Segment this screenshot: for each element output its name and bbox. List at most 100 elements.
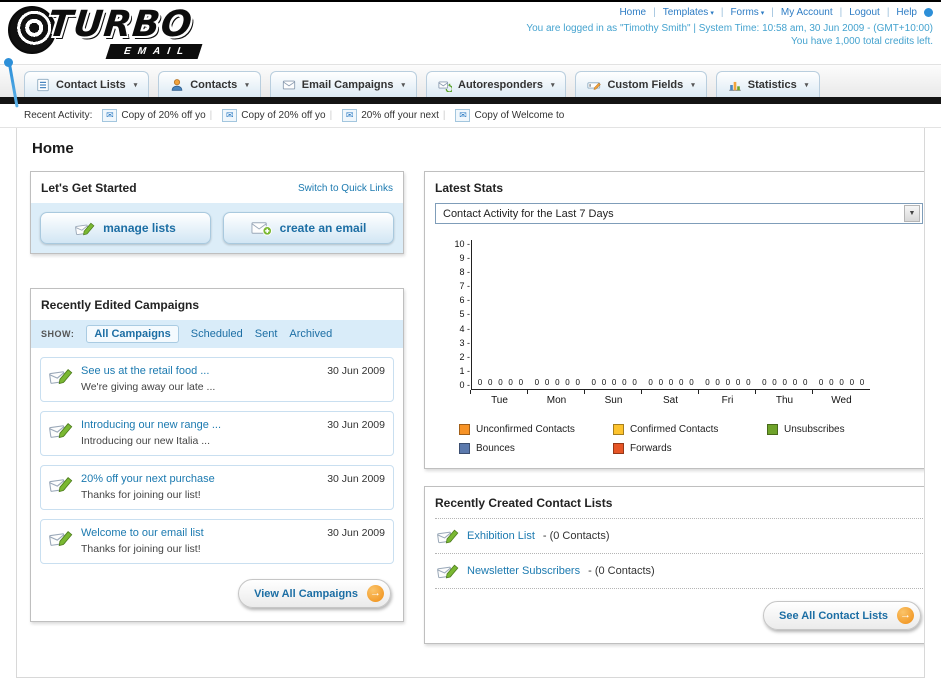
- chart-value-label: 0: [498, 378, 503, 387]
- chart-value-label: 0: [668, 378, 674, 387]
- chart-value-group: 00000: [529, 378, 586, 387]
- campaign-date: 30 Jun 2009: [327, 473, 385, 485]
- chart-value-label: 0: [648, 378, 653, 387]
- tab-scheduled[interactable]: Scheduled: [191, 328, 243, 340]
- manage-lists-button[interactable]: manage lists: [40, 212, 211, 244]
- chart-value-label: 0: [715, 378, 720, 387]
- campaign-filter-tabs: SHOW: All Campaigns Scheduled Sent Archi…: [31, 320, 403, 348]
- chart-value-label: 0: [679, 378, 684, 387]
- logo-subtitle: EMAIL: [105, 44, 203, 59]
- top-link-logout[interactable]: Logout: [849, 7, 880, 18]
- tab-archived[interactable]: Archived: [289, 328, 332, 340]
- contact-list-row[interactable]: Newsletter Subscribers - (0 Contacts): [435, 553, 923, 589]
- chart-value-group: 00000: [699, 378, 756, 387]
- campaign-title-link[interactable]: See us at the retail food ...: [81, 365, 319, 377]
- contact-activity-chart: 10 -9 -8 -7 -6 -5 -4 -3 -2 -1 -0 - 00000…: [445, 240, 919, 454]
- chart-value-label: 0: [762, 378, 767, 387]
- chart-value-group: 00000: [472, 378, 529, 387]
- x-axis-label: Tue: [470, 390, 528, 406]
- field-icon: [587, 78, 601, 92]
- recent-contact-lists-title: Recently Created Contact Lists: [435, 496, 613, 510]
- recent-campaigns-title: Recently Edited Campaigns: [41, 298, 200, 312]
- tab-all-campaigns[interactable]: All Campaigns: [86, 325, 179, 343]
- campaign-row[interactable]: 20% off your next purchase Thanks for jo…: [40, 465, 394, 510]
- recent-activity-item[interactable]: Copy of 20% off yo: [102, 109, 212, 122]
- chevron-down-icon: [691, 81, 695, 89]
- view-all-campaigns-button[interactable]: View All Campaigns: [238, 579, 391, 608]
- nav-tab-custom-fields[interactable]: Custom Fields: [575, 71, 707, 97]
- campaign-subtitle: Introducing our new Italia ...: [81, 435, 210, 447]
- recent-activity-item[interactable]: Copy of Welcome to: [455, 109, 564, 122]
- chart-value-label: 0: [565, 378, 570, 387]
- top-nav: Home Templates Forms My Account Logout H…: [526, 7, 933, 18]
- edit-campaign-icon: [49, 528, 73, 548]
- separator: [443, 110, 446, 121]
- view-all-campaigns-label: View All Campaigns: [254, 587, 358, 600]
- contact-list-items: Exhibition List - (0 Contacts) Newslette…: [425, 518, 924, 589]
- chart-x-axis: Tue Mon Sun Sat Fri Thu Wed: [470, 390, 870, 406]
- campaign-title-link[interactable]: 20% off your next purchase: [81, 473, 319, 485]
- chart-value-label: 0: [859, 378, 865, 387]
- recent-activity-text: 20% off your next: [361, 110, 439, 121]
- chart-icon: [728, 78, 742, 92]
- top-link-forms[interactable]: Forms: [730, 7, 764, 18]
- nav-tab-email-campaigns[interactable]: Email Campaigns: [269, 71, 417, 97]
- chart-value-label: 0: [802, 378, 808, 387]
- campaign-date: 30 Jun 2009: [327, 365, 385, 377]
- top-link-my-account[interactable]: My Account: [781, 7, 833, 18]
- contact-list-link[interactable]: Newsletter Subscribers: [467, 565, 580, 577]
- contact-list-row[interactable]: Exhibition List - (0 Contacts): [435, 518, 923, 553]
- campaign-title-link[interactable]: Introducing our new range ...: [81, 419, 319, 431]
- chart-value-label: 0: [622, 378, 627, 387]
- campaign-row[interactable]: Welcome to our email list Thanks for joi…: [40, 519, 394, 564]
- campaign-text: Welcome to our email list Thanks for joi…: [81, 527, 319, 555]
- tab-sent[interactable]: Sent: [255, 328, 278, 340]
- legend-swatch-icon: [613, 424, 624, 435]
- nav-tab-autoresponders[interactable]: Autoresponders: [426, 71, 567, 97]
- recent-activity-item[interactable]: 20% off your next: [342, 109, 445, 122]
- campaign-row[interactable]: See us at the retail food ... We're givi…: [40, 357, 394, 402]
- top-link-label: Templates: [662, 7, 709, 18]
- recent-activity-text: Copy of Welcome to: [474, 110, 565, 121]
- separator: [653, 7, 656, 18]
- help-icon[interactable]: [924, 8, 933, 17]
- recent-activity-item[interactable]: Copy of 20% off yo: [222, 109, 332, 122]
- mail-icon: [342, 109, 358, 122]
- chevron-down-icon: [710, 9, 714, 17]
- edit-list-icon: [437, 527, 459, 545]
- chart-value-label: 0: [772, 378, 777, 387]
- nav-tab-statistics[interactable]: Statistics: [715, 71, 821, 97]
- nav-tab-contacts[interactable]: Contacts: [158, 71, 261, 97]
- latest-stats-title: Latest Stats: [435, 181, 504, 195]
- campaign-row[interactable]: Introducing our new range ... Introducin…: [40, 411, 394, 456]
- campaign-text: 20% off your next purchase Thanks for jo…: [81, 473, 319, 501]
- edit-campaign-icon: [49, 366, 73, 386]
- chart-value-label: 0: [658, 378, 664, 387]
- chart-value-group: 00000: [586, 378, 643, 387]
- chevron-down-icon: [761, 9, 765, 17]
- x-axis-label: Mon: [527, 390, 585, 406]
- nav-tab-label: Statistics: [747, 78, 797, 91]
- edit-list-icon: [437, 562, 459, 580]
- chevron-down-icon: [401, 81, 405, 89]
- separator: [887, 7, 890, 18]
- latest-stats-panel: Latest Stats Contact Activity for the La…: [424, 171, 924, 469]
- top-link-help[interactable]: Help: [896, 7, 917, 18]
- nav-tab-contact-lists[interactable]: Contact Lists: [24, 71, 150, 97]
- chart-value-group: 00000: [643, 378, 700, 387]
- app-logo[interactable]: TURBO EMAIL: [6, 2, 276, 64]
- recent-activity-label: Recent Activity:: [24, 110, 93, 121]
- campaign-subtitle: We're giving away our late ...: [81, 381, 216, 393]
- mail-icon: [282, 78, 296, 92]
- top-link-home[interactable]: Home: [619, 7, 646, 18]
- top-link-templates[interactable]: Templates: [663, 7, 714, 18]
- chart-value-label: 0: [487, 378, 493, 387]
- contact-list-link[interactable]: Exhibition List: [467, 530, 535, 542]
- chart-value-label: 0: [746, 378, 751, 387]
- see-all-contact-lists-button[interactable]: See All Contact Lists: [762, 601, 921, 630]
- edit-campaign-icon: [49, 474, 73, 494]
- create-email-button[interactable]: create an email: [223, 212, 394, 244]
- campaign-title-link[interactable]: Welcome to our email list: [81, 527, 319, 539]
- stats-period-select[interactable]: Contact Activity for the Last 7 Days: [435, 203, 923, 224]
- switch-quick-links-link[interactable]: Switch to Quick Links: [298, 183, 393, 194]
